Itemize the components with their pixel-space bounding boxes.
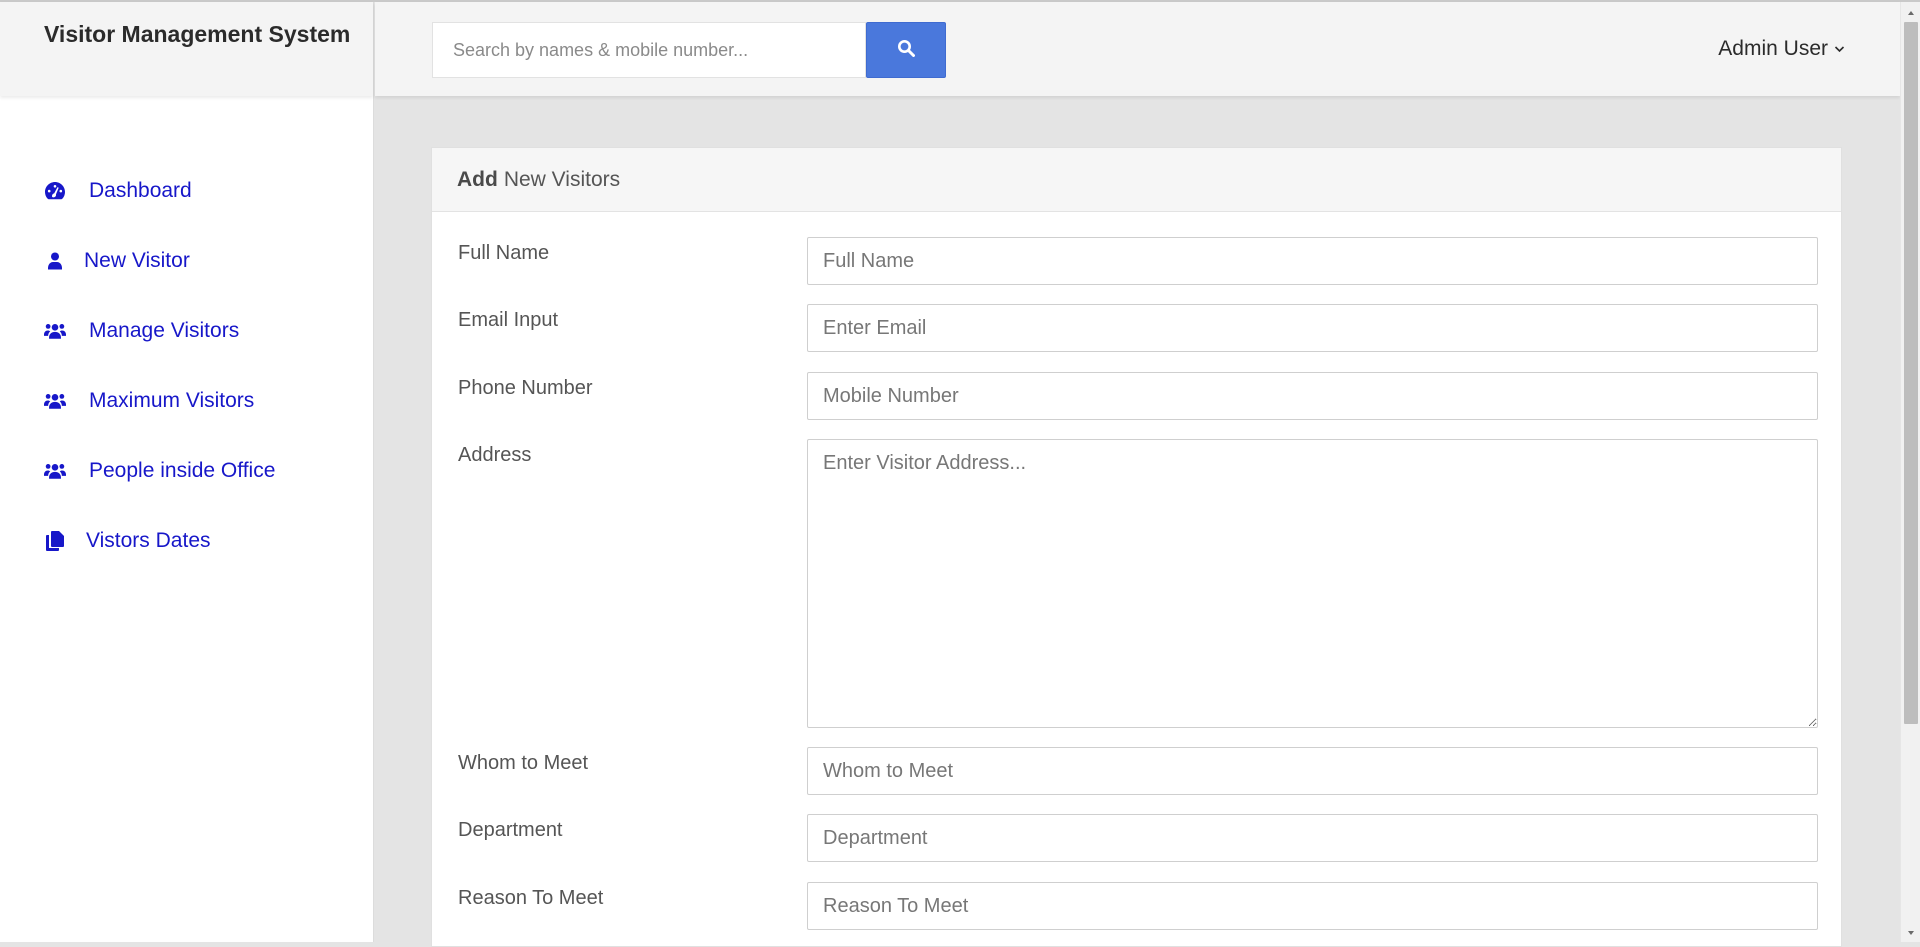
scroll-up-arrow-icon[interactable] [1901,4,1920,22]
email-field[interactable] [807,304,1818,352]
search-icon [897,39,915,62]
phone-label: Phone Number [458,377,593,399]
sidebar-item-dashboard[interactable]: Dashboard [0,156,373,226]
scroll-down-arrow-icon[interactable] [1901,924,1920,942]
copy-icon [44,530,66,552]
sidebar-item-label: Manage Visitors [89,319,240,342]
tachometer-icon [44,180,66,202]
user-menu[interactable]: Admin User [1718,37,1845,61]
scrollbar-thumb[interactable] [1904,22,1918,724]
sidebar-item-label: People inside Office [89,459,276,482]
reason-to-meet-label: Reason To Meet [458,887,604,909]
sidebar-item-new-visitor[interactable]: New Visitor [0,226,373,296]
email-label: Email Input [458,309,559,331]
users-icon [44,460,66,482]
phone-field[interactable] [807,372,1818,420]
whom-to-meet-field[interactable] [807,747,1818,795]
topbar: Admin User [375,2,1900,96]
sidebar: Visitor Management System Dashboard New … [0,2,374,942]
address-field[interactable] [807,439,1818,728]
reason-to-meet-field[interactable] [807,882,1818,930]
search-input[interactable] [432,22,866,78]
sidebar-item-visitors-dates[interactable]: Vistors Dates [0,506,373,576]
sidebar-item-label: Vistors Dates [86,529,211,552]
sidebar-item-label: Maximum Visitors [89,389,255,412]
sidebar-item-label: Dashboard [89,179,192,202]
chevron-down-icon [1834,45,1845,53]
sidebar-nav: Dashboard New Visitor Manage Visitors Ma… [0,96,373,576]
department-field[interactable] [807,814,1818,862]
sidebar-item-maximum-visitors[interactable]: Maximum Visitors [0,366,373,436]
address-label: Address [458,444,532,466]
users-icon [44,390,66,412]
sidebar-item-people-inside-office[interactable]: People inside Office [0,436,373,506]
sidebar-item-label: New Visitor [84,249,190,272]
whom-to-meet-label: Whom to Meet [458,752,589,774]
department-label: Department [458,819,563,841]
full-name-field[interactable] [807,237,1818,285]
add-visitor-card: Add New Visitors Full Name Email Input P… [431,147,1842,947]
user-menu-label: Admin User [1718,37,1828,60]
app-title: Visitor Management System [0,2,373,96]
card-header-bold: Add [457,167,498,191]
sidebar-item-manage-visitors[interactable]: Manage Visitors [0,296,373,366]
full-name-label: Full Name [458,242,550,264]
page-scrollbar[interactable] [1900,2,1920,942]
users-icon [44,320,66,342]
search-button[interactable] [866,22,946,78]
card-header: Add New Visitors [432,148,1841,212]
card-header-title: New Visitors [503,167,621,191]
user-icon [44,250,66,272]
